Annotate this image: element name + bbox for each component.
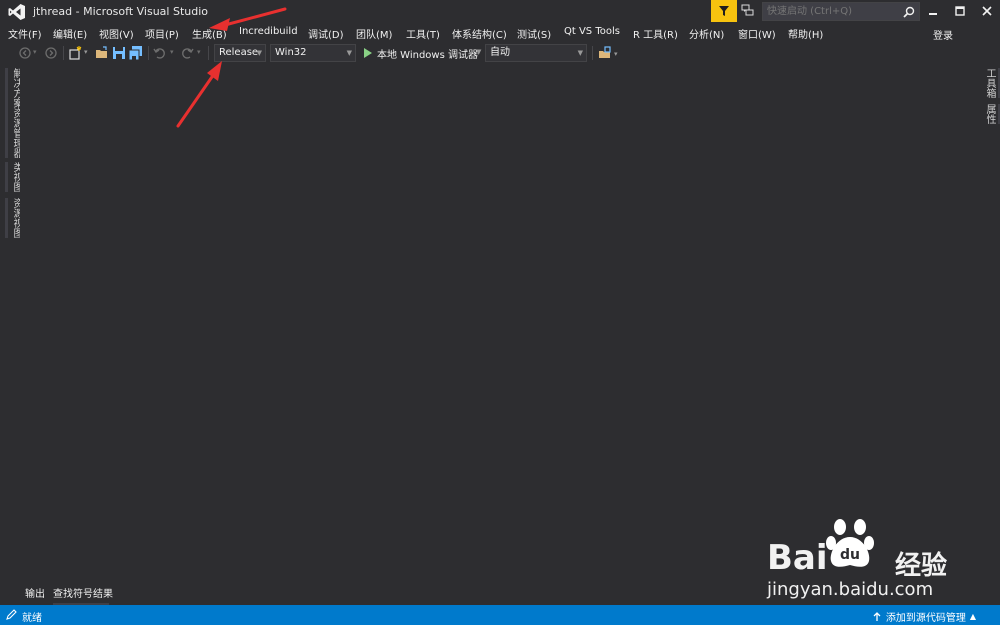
start-debugging-icon[interactable]	[362, 47, 374, 59]
menu-edit[interactable]: 编辑(E)	[53, 26, 87, 41]
start-debugger-button[interactable]: 本地 Windows 调试器	[377, 46, 478, 61]
tab-output[interactable]: 输出	[25, 585, 45, 603]
notification-filter-button[interactable]	[711, 0, 737, 22]
left-tool-window-tabs: 解决方案资源管理器 类视图 资源视图	[0, 64, 22, 604]
menu-help[interactable]: 帮助(H)	[788, 26, 823, 41]
debug-mode-value: 自动	[490, 47, 510, 58]
watermark-url: jingyan.baidu.com	[767, 579, 934, 600]
solution-platform-select[interactable]: Win32 ▼	[270, 44, 356, 62]
add-to-source-control-label: 添加到源代码管理	[885, 613, 966, 624]
new-project-dropdown-icon[interactable]: ▾	[84, 48, 88, 56]
menu-build[interactable]: 生成(B)	[192, 26, 227, 41]
standard-toolbar: ▾ ▾ ▾ ▾ Release ▼ Win32 ▼ 本地 Windows 调试器…	[0, 42, 1000, 64]
search-icon[interactable]	[903, 6, 915, 18]
menu-analyze[interactable]: 分析(N)	[689, 26, 724, 41]
tab-toolbox[interactable]: 工具箱	[982, 68, 1000, 98]
menu-bar: 文件(F) 编辑(E) 视图(V) 项目(P) 生成(B) Incredibui…	[0, 23, 1000, 42]
toolbar-separator	[592, 46, 593, 60]
watermark-brand: Bai	[767, 538, 828, 578]
add-to-source-control-button[interactable]: 添加到源代码管理 ▲	[872, 609, 976, 624]
save-icon[interactable]	[112, 46, 126, 60]
status-bar: 就绪 添加到源代码管理 ▲	[0, 605, 1000, 625]
solution-configuration-value: Release	[219, 47, 259, 58]
window-title: jthread - Microsoft Visual Studio	[33, 5, 209, 18]
svg-text:du: du	[840, 547, 860, 563]
toolbar-separator	[148, 46, 149, 60]
visual-studio-logo-icon	[8, 4, 25, 20]
tab-find-symbol-results[interactable]: 查找符号结果	[53, 585, 113, 606]
menu-window[interactable]: 窗口(W)	[738, 26, 776, 41]
chevron-down-icon: ▼	[577, 49, 583, 57]
status-ready-icon	[6, 609, 17, 620]
menu-incredibuild[interactable]: Incredibuild	[239, 26, 298, 37]
chevron-down-icon: ▼	[346, 49, 352, 57]
toolbar-separator	[208, 46, 209, 60]
quick-launch-box[interactable]	[762, 2, 920, 21]
toolbar-overflow-icon[interactable]: ▾	[614, 50, 618, 58]
maximize-icon	[955, 6, 965, 16]
feedback-icon[interactable]	[741, 4, 755, 18]
sign-in-link[interactable]: 登录	[933, 27, 953, 42]
save-all-icon[interactable]	[129, 46, 143, 60]
debugger-target-dropdown-icon[interactable]: ▼	[476, 48, 481, 56]
menu-architecture[interactable]: 体系结构(C)	[452, 26, 507, 41]
tab-properties[interactable]: 属性	[982, 104, 1000, 124]
title-bar: jthread - Microsoft Visual Studio	[0, 0, 1000, 23]
undo-icon[interactable]	[153, 46, 167, 60]
arrow-up-icon	[873, 611, 881, 621]
quick-launch-input[interactable]	[763, 3, 897, 20]
find-in-files-icon[interactable]	[598, 46, 612, 60]
redo-dropdown-icon[interactable]: ▾	[197, 48, 201, 56]
undo-dropdown-icon[interactable]: ▾	[170, 48, 174, 56]
minimize-icon	[929, 13, 937, 15]
menu-project[interactable]: 项目(P)	[145, 26, 179, 41]
new-project-icon[interactable]	[68, 46, 82, 60]
minimize-button[interactable]	[920, 0, 946, 22]
redo-icon[interactable]	[180, 46, 194, 60]
chevron-down-icon: ▼	[256, 49, 262, 57]
menu-test[interactable]: 测试(S)	[517, 26, 551, 41]
filter-icon	[719, 6, 729, 16]
watermark-brand-cn: 经验	[895, 551, 948, 581]
menu-team[interactable]: 团队(M)	[356, 26, 392, 41]
navigate-back-icon[interactable]	[18, 46, 32, 60]
navigate-back-dropdown-icon[interactable]: ▾	[33, 48, 37, 56]
menu-debug[interactable]: 调试(D)	[308, 26, 344, 41]
menu-view[interactable]: 视图(V)	[99, 26, 134, 41]
solution-configuration-select[interactable]: Release ▼	[214, 44, 266, 62]
toolbar-separator	[63, 46, 64, 60]
navigate-forward-icon[interactable]	[44, 46, 58, 60]
menu-r-tools[interactable]: R 工具(R)	[633, 26, 678, 41]
menu-file[interactable]: 文件(F)	[8, 26, 42, 41]
debug-mode-select[interactable]: 自动 ▼	[485, 44, 587, 62]
close-button[interactable]	[974, 0, 1000, 22]
open-file-icon[interactable]	[95, 46, 109, 60]
editor-area	[20, 64, 980, 582]
close-icon	[982, 6, 992, 16]
maximize-button[interactable]	[947, 0, 973, 22]
menu-qt-vs-tools[interactable]: Qt VS Tools	[564, 26, 620, 37]
status-ready-text: 就绪	[22, 613, 42, 624]
right-tool-window-tabs: 工具箱 属性	[980, 64, 1000, 604]
solution-platform-value: Win32	[275, 47, 307, 58]
menu-tools[interactable]: 工具(T)	[406, 26, 440, 41]
chevron-up-icon: ▲	[969, 612, 976, 621]
